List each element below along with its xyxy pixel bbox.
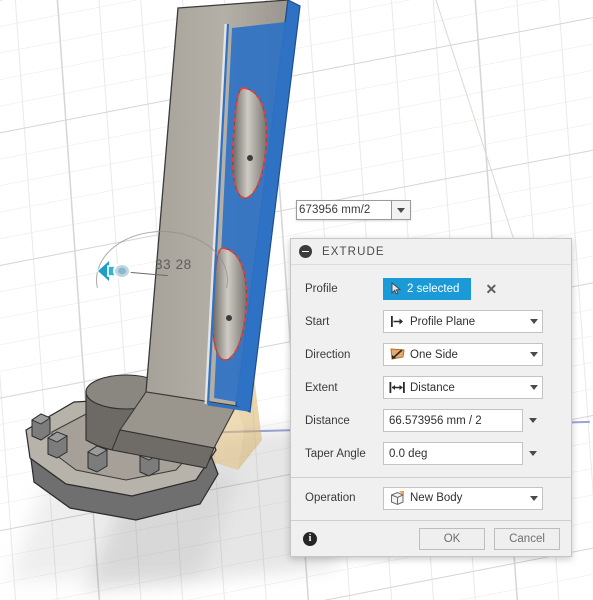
extrude-dialog[interactable]: EXTRUDE Profile 2 selected ✕ Start Profi… [290, 238, 572, 557]
extrude-direction-arrow-handle[interactable] [95, 258, 139, 284]
profile-selection-label: 2 selected [407, 282, 460, 295]
distance-input[interactable]: 66.573956 mm / 2 [383, 409, 523, 432]
label-direction: Direction [305, 348, 351, 361]
floating-distance-dropdown-button[interactable] [392, 200, 411, 220]
direction-dropdown[interactable]: One Side [383, 343, 543, 366]
label-distance: Distance [305, 414, 350, 427]
chevron-down-icon [397, 207, 405, 213]
chevron-down-icon[interactable] [523, 451, 542, 456]
dialog-title: EXTRUDE [322, 245, 385, 258]
chevron-down-icon[interactable] [525, 377, 542, 398]
row-operation: Operation New Body [291, 478, 571, 520]
row-extent: Extent Distance [305, 371, 561, 404]
start-dropdown[interactable]: Profile Plane [383, 310, 543, 333]
dimension-value-label: 33 28 [155, 257, 192, 272]
chevron-down-icon[interactable] [525, 311, 542, 332]
floating-distance-input[interactable]: 673956 mm/2 [296, 200, 392, 220]
dialog-footer: i OK Cancel [291, 520, 571, 556]
operation-dropdown[interactable]: New Body [383, 486, 543, 510]
chevron-down-icon[interactable] [525, 488, 542, 509]
label-operation: Operation [305, 492, 356, 504]
extent-value: Distance [410, 381, 455, 394]
chevron-down-icon[interactable] [523, 418, 542, 423]
cursor-arrow-icon [391, 282, 402, 295]
distance-value: 66.573956 mm / 2 [389, 414, 482, 427]
operation-value: New Body [410, 492, 463, 504]
row-direction: Direction One Side [305, 338, 561, 371]
close-icon[interactable]: ✕ [485, 282, 497, 296]
extent-dropdown[interactable]: Distance [383, 376, 543, 399]
dialog-body: Profile 2 selected ✕ Start Profile Plane… [291, 265, 571, 474]
floating-distance-value: 673956 mm/2 [299, 204, 371, 216]
direction-value: One Side [410, 348, 458, 361]
start-value: Profile Plane [410, 315, 476, 328]
row-distance: Distance 66.573956 mm / 2 [305, 404, 561, 437]
application-window: 33 28 673956 mm/2 EXTRUDE Profile 2 sele… [0, 0, 593, 600]
profile-plane-icon [387, 312, 407, 331]
info-icon[interactable]: i [303, 531, 317, 546]
collapse-icon[interactable] [299, 245, 312, 258]
taper-angle-input[interactable]: 0.0 deg [383, 442, 523, 465]
chevron-down-icon[interactable] [525, 344, 542, 365]
dialog-title-bar[interactable]: EXTRUDE [291, 239, 571, 265]
distance-arrow-icon [387, 378, 407, 397]
ok-button[interactable]: OK [419, 527, 485, 550]
label-profile: Profile [305, 282, 338, 295]
taper-angle-value: 0.0 deg [389, 447, 428, 460]
profile-selection-button[interactable]: 2 selected [383, 277, 472, 300]
cancel-button[interactable]: Cancel [494, 527, 560, 550]
label-extent: Extent [305, 381, 338, 394]
row-start: Start Profile Plane [305, 305, 561, 338]
new-body-icon [387, 489, 407, 508]
one-side-arrow-icon [387, 345, 407, 364]
row-taper-angle: Taper Angle 0.0 deg [305, 437, 561, 470]
row-profile: Profile 2 selected ✕ [305, 272, 561, 305]
label-taper-angle: Taper Angle [305, 447, 366, 460]
label-start: Start [305, 315, 330, 328]
